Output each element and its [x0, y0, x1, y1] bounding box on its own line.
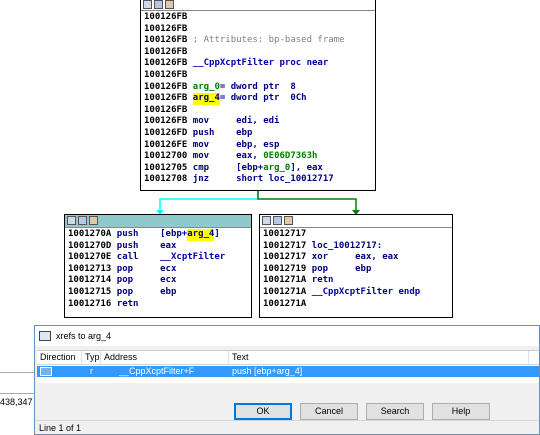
line-address: 10012716: [68, 298, 117, 309]
left-block-listing: 1001270A push [ebp+ arg_4] 1001270D push e…: [65, 228, 251, 311]
code-line[interactable]: 10012717: [263, 229, 449, 241]
line-address: 1001270D: [68, 240, 117, 251]
block-graph-icon[interactable]: [273, 216, 282, 225]
line-address: 1001270A: [68, 229, 117, 239]
line-address: 10012714: [68, 275, 117, 286]
xrefs-dialog[interactable]: xrefs to arg_4 Direction Typ Address Tex…: [34, 325, 540, 435]
dialog-title: xrefs to arg_4: [56, 331, 112, 341]
xref-address: __CppXcptFilter+F: [119, 366, 195, 376]
right-block-toolbar: [260, 215, 452, 228]
xrefs-list[interactable]: Direction Typ Address Text r __CppXcptFi…: [37, 350, 539, 383]
column-direction[interactable]: Direction: [37, 351, 82, 364]
block-group-icon[interactable]: [89, 216, 98, 225]
line-address: 1001270E: [68, 252, 117, 263]
xref-text: push [ebp+arg_4]: [232, 366, 303, 376]
line-code: ]: [214, 229, 220, 239]
column-type[interactable]: Typ: [82, 351, 101, 364]
right-block-listing: 10012717 10012717 loc_10012717: 10012717 …: [260, 228, 452, 311]
line-address: 10012719: [263, 263, 312, 274]
xref-row[interactable]: r __CppXcptFilter+F push [ebp+arg_4]: [37, 366, 539, 377]
line-code: pop ecx: [116, 263, 177, 274]
code-line[interactable]: 1001270E call __XcptFilter: [68, 252, 248, 264]
line-address: 10012713: [68, 263, 117, 274]
line-code: __CppXcptFilter endp: [311, 286, 421, 297]
dialog-buttons: OK Cancel Search Help: [234, 403, 490, 420]
line-code: pop ebp: [311, 263, 372, 274]
line-code: arg_4: [187, 229, 215, 241]
xref-type: r: [90, 366, 93, 376]
line-code: xor eax, eax: [311, 252, 399, 263]
true-edge: [159, 191, 259, 212]
graph-edges: [156, 191, 360, 215]
code-line[interactable]: 10012717 xor eax, eax: [263, 252, 449, 264]
code-line[interactable]: 1001271A: [263, 299, 449, 311]
line-code: retn: [116, 298, 139, 309]
list-header: Direction Typ Address Text: [37, 351, 539, 365]
line-address: 10012715: [68, 286, 117, 297]
code-line[interactable]: 1001271A retn: [263, 275, 449, 287]
line-code: call: [116, 252, 161, 263]
dialog-titlebar[interactable]: xrefs to arg_4: [35, 326, 539, 346]
line-code: push eax: [116, 240, 177, 251]
dialog-status: Line 1 of 1: [35, 420, 539, 434]
line-code: push [ebp+: [116, 229, 188, 239]
search-button[interactable]: Search: [366, 403, 424, 420]
window-icon: [39, 331, 51, 341]
code-line[interactable]: 1001271A __CppXcptFilter endp: [263, 287, 449, 299]
block-color-icon[interactable]: [262, 216, 271, 225]
code-line[interactable]: 1001270A push [ebp+ arg_4]: [68, 229, 248, 241]
line-address: 10012717: [263, 229, 312, 239]
line-code: pop ebp: [116, 286, 177, 297]
code-line[interactable]: 10012719 pop ebp: [263, 264, 449, 276]
code-line[interactable]: 10012713 pop ecx: [68, 264, 248, 276]
xref-direction-icon: [40, 367, 52, 377]
false-edge: [257, 191, 357, 212]
block-graph-icon[interactable]: [78, 216, 87, 225]
code-line[interactable]: 10012714 pop ecx: [68, 275, 248, 287]
block-color-icon[interactable]: [67, 216, 76, 225]
line-address: 1001271A: [263, 298, 312, 309]
cursor-coordinates: 438,347: [0, 397, 33, 407]
line-code: loc_10012717:: [311, 240, 383, 251]
column-address[interactable]: Address: [101, 351, 229, 364]
line-code: __XcptFilter: [160, 252, 226, 263]
line-address: 1001271A: [263, 275, 312, 286]
block-group-icon[interactable]: [284, 216, 293, 225]
cancel-button[interactable]: Cancel: [300, 403, 358, 420]
line-address: 1001271A: [263, 286, 312, 297]
help-button[interactable]: Help: [432, 403, 490, 420]
code-line[interactable]: 10012716 retn: [68, 299, 248, 311]
line-code: pop ecx: [116, 275, 177, 286]
right-code-block[interactable]: 10012717 10012717 loc_10012717: 10012717 …: [259, 214, 453, 318]
background-output-strip: [0, 372, 34, 394]
line-address: 10012717: [263, 252, 312, 263]
column-text[interactable]: Text: [229, 351, 529, 364]
left-code-block[interactable]: 1001270A push [ebp+ arg_4] 1001270D push e…: [64, 214, 252, 318]
code-line[interactable]: 10012717 loc_10012717:: [263, 241, 449, 253]
xref-direction: [37, 366, 82, 377]
code-line[interactable]: 10012715 pop ebp: [68, 287, 248, 299]
line-code: retn: [311, 275, 334, 286]
code-line[interactable]: 1001270D push eax: [68, 241, 248, 253]
left-block-toolbar: [65, 215, 251, 228]
ok-button[interactable]: OK: [234, 403, 292, 420]
line-address: 10012717: [263, 240, 312, 251]
